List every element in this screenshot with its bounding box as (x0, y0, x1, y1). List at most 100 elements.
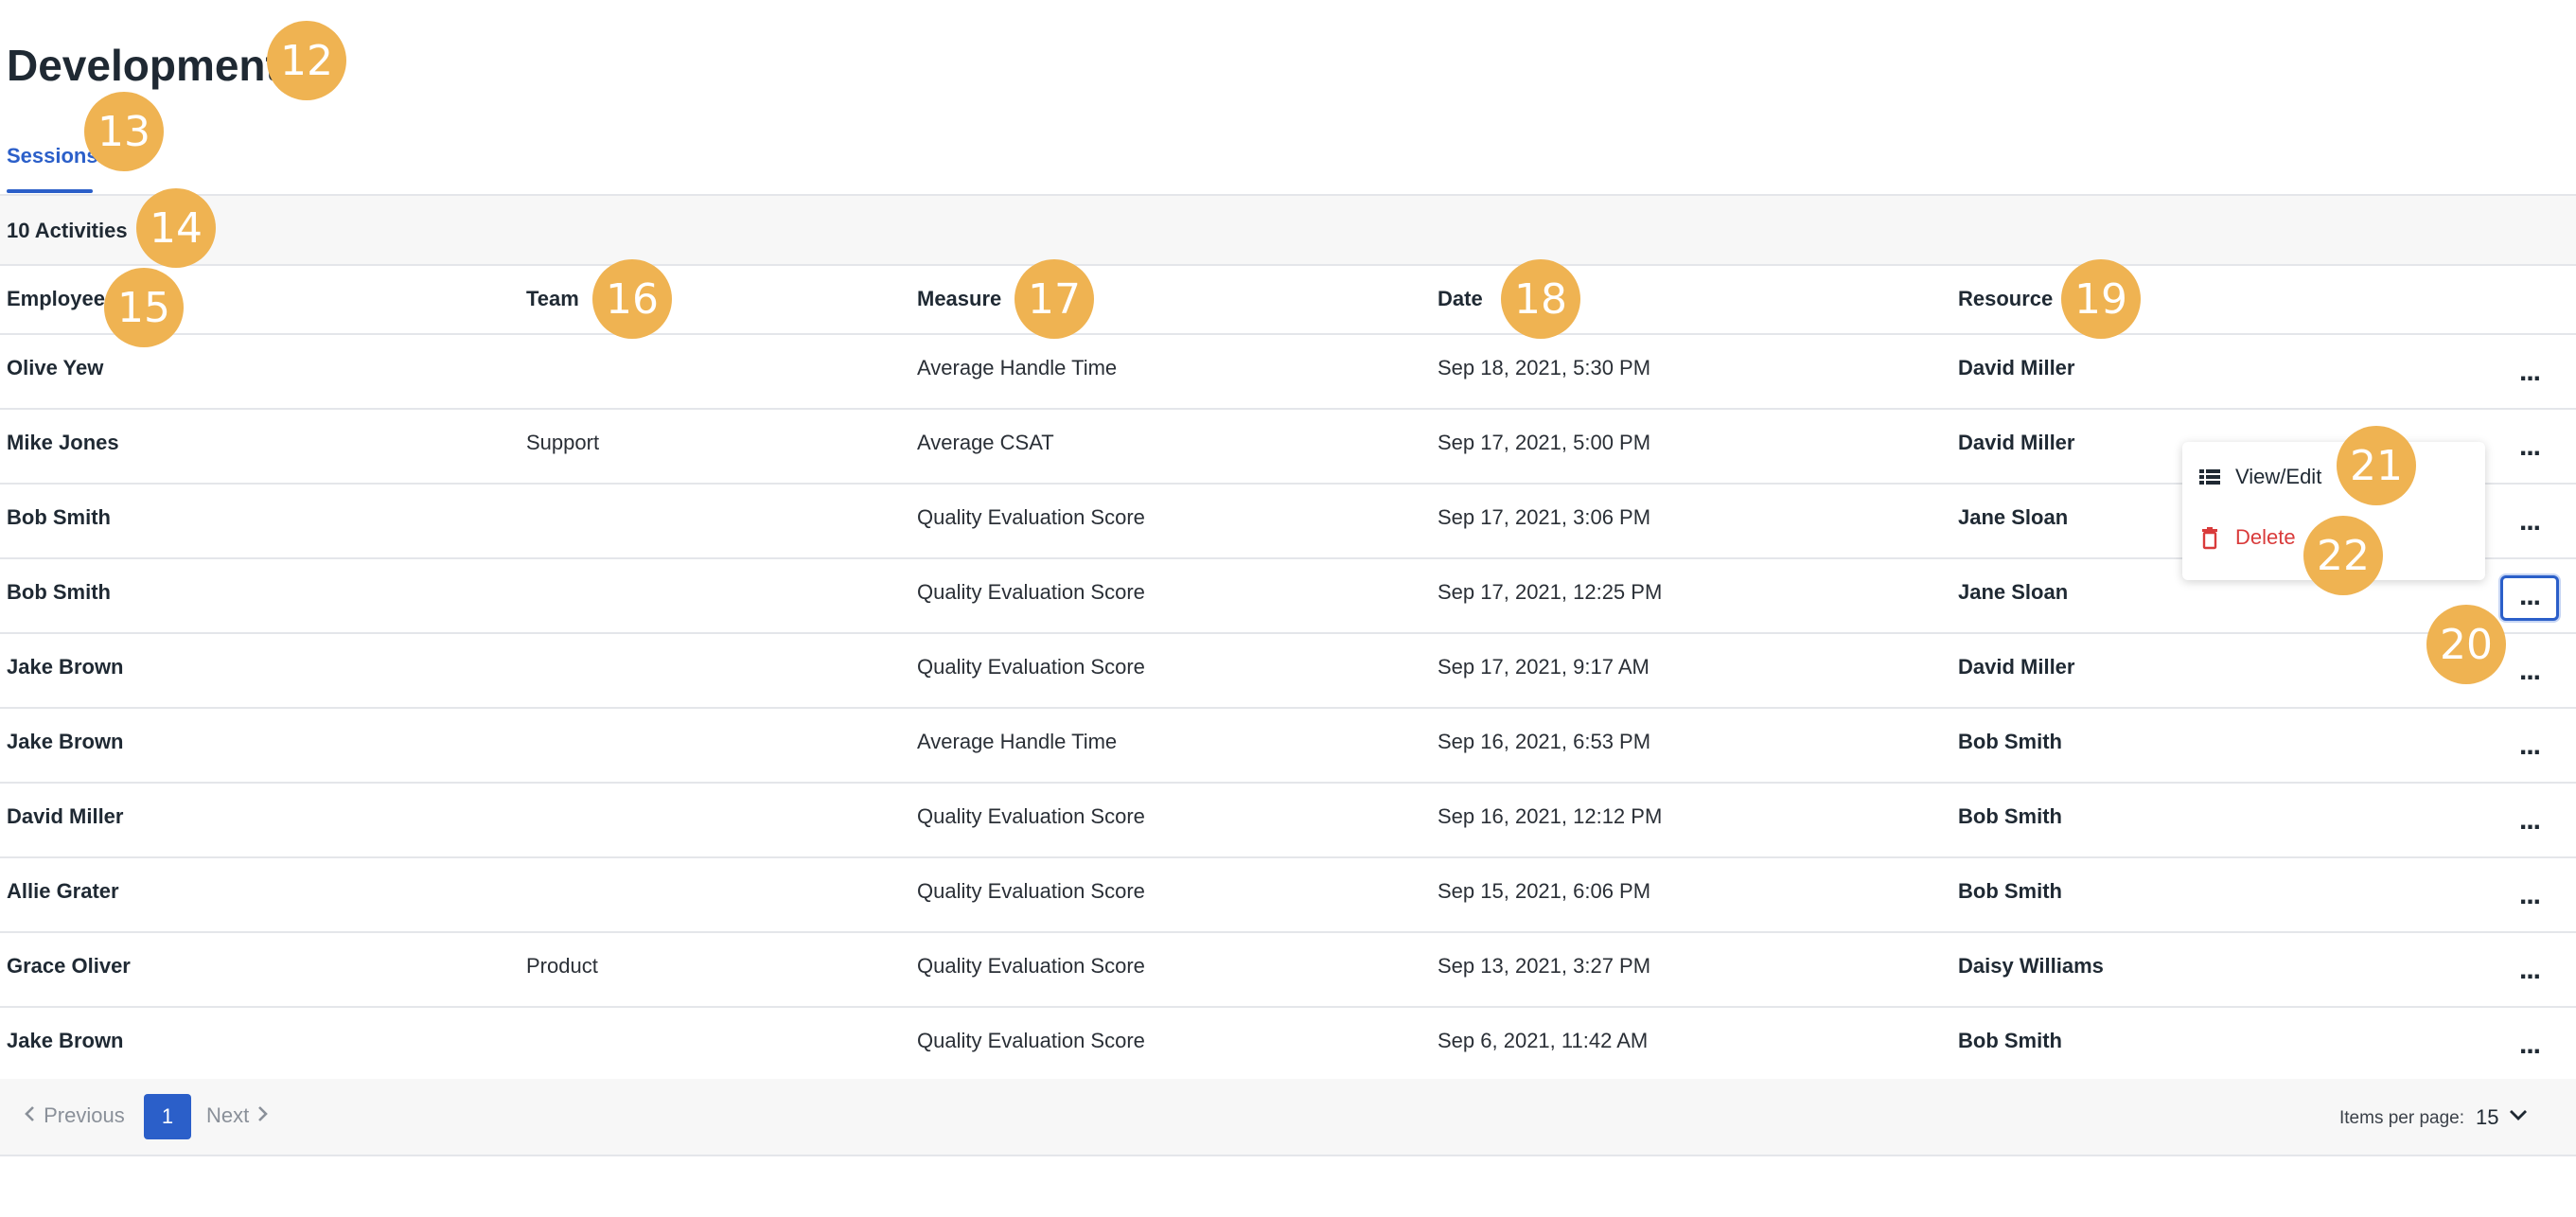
more-horizontal-icon: ... (2518, 804, 2541, 836)
more-horizontal-icon: ... (2518, 954, 2541, 985)
cell-measure: Quality Evaluation Score (917, 505, 1145, 529)
cell-resource: Bob Smith (1958, 1029, 2062, 1052)
table-row: Jake Brown Quality Evaluation Score Sep … (0, 634, 2576, 709)
column-header-resource[interactable]: Resource (1958, 287, 2053, 311)
more-horizontal-icon: ... (2518, 655, 2541, 686)
cell-employee: Olive Yew (7, 356, 104, 379)
pagination-next[interactable]: Next (206, 1103, 270, 1129)
cell-employee: Jake Brown (7, 1029, 124, 1052)
cell-team: Support (526, 431, 600, 454)
chevron-down-icon (2508, 1107, 2529, 1127)
row-actions-button[interactable]: ... (2500, 949, 2559, 995)
annotation-badge: 19 (2061, 259, 2141, 339)
cell-measure: Quality Evaluation Score (917, 804, 1145, 828)
cell-date: Sep 16, 2021, 6:53 PM (1438, 730, 1651, 753)
cell-date: Sep 18, 2021, 5:30 PM (1438, 356, 1651, 379)
cell-resource: Jane Sloan (1958, 580, 2069, 604)
cell-date: Sep 13, 2021, 3:27 PM (1438, 954, 1651, 978)
items-per-page-label: Items per page: (2339, 1108, 2465, 1128)
cell-date: Sep 17, 2021, 12:25 PM (1438, 580, 1663, 604)
row-actions-button[interactable]: ... (2500, 800, 2559, 845)
trash-icon (2197, 525, 2222, 555)
cell-measure: Quality Evaluation Score (917, 580, 1145, 604)
table-row: David Miller Quality Evaluation Score Se… (0, 784, 2576, 858)
cell-employee: Jake Brown (7, 730, 124, 753)
cell-date: Sep 6, 2021, 11:42 AM (1438, 1029, 1649, 1052)
row-actions-button[interactable]: ... (2500, 1024, 2559, 1069)
cell-employee: Jake Brown (7, 655, 124, 679)
menu-item-view-edit[interactable]: View/Edit (2182, 450, 2485, 506)
pagination-previous-label: Previous (44, 1103, 125, 1127)
annotation-badge: 14 (136, 188, 216, 268)
cell-employee: Bob Smith (7, 580, 111, 604)
row-actions-button[interactable]: ... (2500, 501, 2559, 546)
pagination-page-current[interactable]: 1 (144, 1094, 191, 1139)
items-per-page-select[interactable]: 15 (2476, 1100, 2532, 1134)
column-header-team[interactable]: Team (526, 287, 579, 311)
cell-measure: Average Handle Time (917, 356, 1118, 379)
cell-employee: Bob Smith (7, 505, 111, 529)
row-actions-button[interactable]: ... (2500, 426, 2559, 471)
cell-employee: Allie Grater (7, 879, 119, 903)
pagination-previous[interactable]: Previous (23, 1103, 125, 1129)
row-actions-button-active[interactable]: ... (2500, 575, 2559, 621)
cell-measure: Average CSAT (917, 431, 1054, 454)
column-header-date[interactable]: Date (1438, 287, 1483, 311)
cell-resource: David Miller (1958, 356, 2075, 379)
cell-date: Sep 17, 2021, 9:17 AM (1438, 655, 1650, 679)
row-actions-button[interactable]: ... (2500, 650, 2559, 696)
cell-date: Sep 17, 2021, 5:00 PM (1438, 431, 1651, 454)
list-icon (2197, 465, 2222, 494)
annotation-badge: 12 (267, 21, 346, 100)
cell-date: Sep 17, 2021, 3:06 PM (1438, 505, 1651, 529)
more-horizontal-icon: ... (2518, 1029, 2541, 1060)
cell-measure: Quality Evaluation Score (917, 1029, 1145, 1052)
more-horizontal-icon: ... (2518, 431, 2541, 462)
cell-resource: David Miller (1958, 655, 2075, 679)
chevron-right-icon (255, 1104, 270, 1129)
items-per-page-value: 15 (2476, 1105, 2499, 1129)
menu-item-label: Delete (2235, 525, 2296, 549)
menu-item-label: View/Edit (2235, 465, 2322, 488)
chevron-left-icon (23, 1104, 38, 1129)
cell-resource: Daisy Williams (1958, 954, 2104, 978)
row-actions-button[interactable]: ... (2500, 351, 2559, 397)
more-horizontal-icon: ... (2518, 730, 2541, 761)
table-row: Jake Brown Average Handle Time Sep 16, 2… (0, 709, 2576, 784)
cell-resource: Bob Smith (1958, 730, 2062, 753)
activity-summary-bar: 10 Activities (0, 194, 2576, 266)
cell-date: Sep 15, 2021, 6:06 PM (1438, 879, 1651, 903)
column-header-measure[interactable]: Measure (917, 287, 1001, 311)
table-row: Jake Brown Quality Evaluation Score Sep … (0, 1008, 2576, 1083)
more-horizontal-icon: ... (2518, 580, 2541, 611)
annotation-badge: 21 (2337, 426, 2416, 505)
pagination-next-label: Next (206, 1103, 250, 1127)
tab-sessions[interactable]: Sessions (7, 144, 98, 193)
cell-resource: Jane Sloan (1958, 505, 2069, 529)
table-row: Allie Grater Quality Evaluation Score Se… (0, 858, 2576, 933)
annotation-badge: 18 (1501, 259, 1580, 339)
cell-measure: Average Handle Time (917, 730, 1118, 753)
annotation-badge: 17 (1015, 259, 1094, 339)
pagination-bar: Previous 1 Next Items per page: 15 (0, 1079, 2576, 1156)
cell-employee: David Miller (7, 804, 124, 828)
annotation-badge: 15 (104, 268, 184, 347)
row-actions-button[interactable]: ... (2500, 725, 2559, 770)
cell-resource: David Miller (1958, 431, 2075, 454)
table-header: Employee Team Measure Date Resource (0, 266, 2576, 335)
column-header-employee[interactable]: Employee (7, 287, 105, 311)
cell-measure: Quality Evaluation Score (917, 879, 1145, 903)
tab-active-underline (7, 189, 93, 193)
annotation-badge: 20 (2426, 605, 2506, 684)
cell-resource: Bob Smith (1958, 879, 2062, 903)
annotation-badge: 22 (2303, 516, 2383, 595)
cell-resource: Bob Smith (1958, 804, 2062, 828)
more-horizontal-icon: ... (2518, 505, 2541, 537)
row-actions-button[interactable]: ... (2500, 874, 2559, 920)
table-row: Olive Yew Average Handle Time Sep 18, 20… (0, 335, 2576, 410)
cell-employee: Grace Oliver (7, 954, 131, 978)
cell-date: Sep 16, 2021, 12:12 PM (1438, 804, 1663, 828)
page-title: Development (7, 41, 280, 90)
annotation-badge: 13 (84, 92, 164, 171)
cell-measure: Quality Evaluation Score (917, 655, 1145, 679)
